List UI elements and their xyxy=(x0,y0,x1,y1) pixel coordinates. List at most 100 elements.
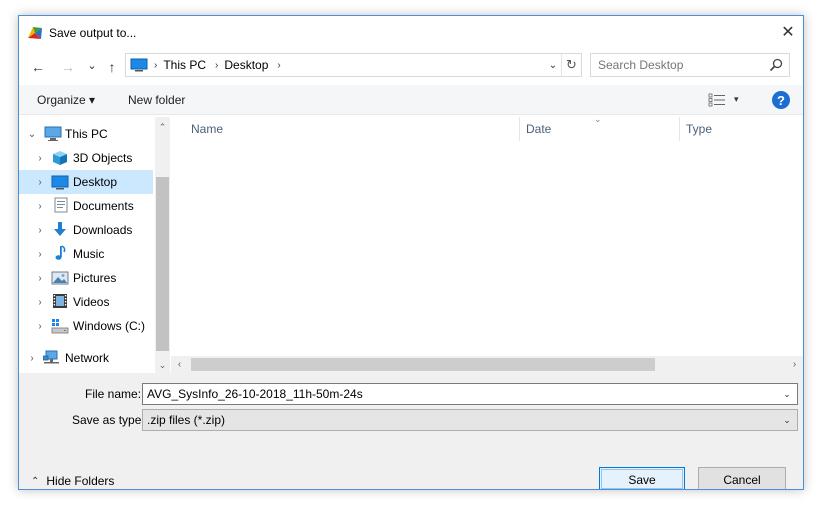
file-name-label: File name: xyxy=(85,387,142,401)
chevron-right-icon[interactable]: › xyxy=(786,356,803,373)
horizontal-scroll-thumb[interactable] xyxy=(191,358,655,371)
cancel-button-label: Cancel xyxy=(723,473,761,487)
close-icon: ✕ xyxy=(781,24,795,41)
chevron-right-icon[interactable]: › xyxy=(35,177,45,188)
hide-folders-button[interactable]: ⌃ Hide Folders xyxy=(31,474,114,488)
tree-item-windows-c[interactable]: › Windows (C:) xyxy=(19,314,153,338)
chevron-up-icon[interactable]: ⌃ xyxy=(155,119,170,135)
save-button-label: Save xyxy=(628,473,656,487)
navigation-pane: ⌄ This PC › 3D Objects › Desktop › Docum… xyxy=(19,117,170,373)
view-options-icon[interactable] xyxy=(708,93,726,107)
network-icon xyxy=(43,350,59,364)
tree-item-network[interactable]: › Network xyxy=(19,346,153,370)
tree-item-label: Windows (C:) xyxy=(73,319,146,333)
chevron-right-icon[interactable]: › xyxy=(35,225,45,236)
view-dropdown-arrow[interactable]: ▾ xyxy=(734,94,739,105)
chevron-up-icon: ⌃ xyxy=(31,475,40,487)
chevron-left-icon[interactable]: ‹ xyxy=(171,356,188,373)
navigation-bar: ← → ⌄ ↑ › This PC › Desktop › ⌄ ↻ xyxy=(19,53,803,81)
arrow-right-icon: → xyxy=(61,59,75,75)
tree-item-pictures[interactable]: › Pictures xyxy=(19,266,153,290)
chevron-right-icon[interactable]: › xyxy=(27,353,37,364)
breadcrumb-separator: › xyxy=(215,59,219,71)
address-dropdown-button[interactable]: ⌄ xyxy=(545,57,561,73)
column-header-label: Date xyxy=(526,122,552,136)
chevron-down-icon: ⌄ xyxy=(548,59,558,71)
film-icon xyxy=(53,294,67,308)
picture-icon xyxy=(51,271,69,285)
tree-item-label: Pictures xyxy=(73,271,117,285)
chevron-right-icon[interactable]: › xyxy=(35,153,45,164)
breadcrumb-separator: › xyxy=(154,59,158,71)
avg-app-icon xyxy=(28,27,42,39)
sort-indicator-icon: ⌄ xyxy=(594,114,602,124)
tree-item-downloads[interactable]: › Downloads xyxy=(19,218,153,242)
tree-vertical-scrollbar[interactable]: ⌃ ⌄ xyxy=(155,117,170,373)
forward-button[interactable]: → xyxy=(57,57,79,77)
back-button[interactable]: ← xyxy=(27,57,49,77)
cancel-button[interactable]: Cancel xyxy=(698,467,786,489)
tree-item-3d-objects[interactable]: › 3D Objects xyxy=(19,146,153,170)
close-button[interactable]: ✕ xyxy=(773,16,803,48)
save-as-type-value: .zip files (*.zip) xyxy=(147,413,226,427)
download-icon xyxy=(54,222,66,236)
tree-item-label: Videos xyxy=(73,295,110,309)
chevron-down-icon[interactable]: ⌄ xyxy=(155,357,170,373)
chevron-right-icon[interactable]: › xyxy=(35,201,45,212)
tree-item-documents[interactable]: › Documents xyxy=(19,194,153,218)
refresh-button[interactable]: ↻ xyxy=(561,54,581,76)
refresh-icon: ↻ xyxy=(566,57,577,72)
search-icon xyxy=(769,58,783,72)
chevron-down-icon[interactable]: ⌄ xyxy=(780,387,794,401)
title-bar: Save output to... ✕ xyxy=(19,16,803,48)
tree-item-this-pc[interactable]: ⌄ This PC xyxy=(19,122,153,146)
new-folder-button[interactable]: New folder xyxy=(128,93,185,107)
chevron-right-icon[interactable]: › xyxy=(35,249,45,260)
tree-item-label: Downloads xyxy=(73,223,133,237)
chevron-down-icon: ⌄ xyxy=(783,414,791,425)
tree-item-music[interactable]: › Music xyxy=(19,242,153,266)
breadcrumb-this-pc[interactable]: This PC xyxy=(163,58,206,72)
tree-item-label: Desktop xyxy=(73,175,118,189)
save-form: File name: ⌄ Save as type: .zip files (*… xyxy=(19,373,803,489)
column-header-name[interactable]: Name xyxy=(171,117,520,141)
recent-locations-button[interactable]: ⌄ xyxy=(81,55,103,75)
help-icon[interactable]: ? xyxy=(772,91,790,109)
tree-item-label: Music xyxy=(73,247,105,261)
command-toolbar: Organize ▾ New folder ▾ ? xyxy=(19,85,803,115)
music-note-icon xyxy=(55,245,66,260)
file-name-input[interactable] xyxy=(143,384,773,404)
chevron-down-icon: ⌄ xyxy=(87,59,97,72)
arrow-up-icon: ↑ xyxy=(108,59,116,75)
chevron-right-icon[interactable]: › xyxy=(35,321,45,332)
arrow-left-icon: ← xyxy=(31,59,45,75)
document-icon xyxy=(54,197,68,213)
file-list-horizontal-scrollbar[interactable]: ‹ › xyxy=(171,356,803,373)
file-name-combobox: ⌄ xyxy=(142,383,798,405)
tree-item-label: Documents xyxy=(73,199,134,213)
address-bar[interactable]: › This PC › Desktop › ⌄ ↻ xyxy=(125,53,582,77)
breadcrumb-desktop[interactable]: Desktop xyxy=(224,58,268,72)
column-header-type[interactable]: Type xyxy=(680,117,801,141)
cube-icon xyxy=(53,151,67,165)
tree-item-desktop[interactable]: › Desktop xyxy=(19,170,153,194)
column-header-label: Type xyxy=(686,122,713,136)
organize-button[interactable]: Organize ▾ xyxy=(37,93,95,107)
hide-folders-label: Hide Folders xyxy=(46,474,115,488)
tree-item-label: Network xyxy=(65,351,110,365)
save-as-type-select[interactable]: .zip files (*.zip) ⌄ xyxy=(142,409,798,431)
save-dialog: Save output to... ✕ ← → ⌄ ↑ › This PC › … xyxy=(18,15,804,490)
file-list: Name Date Type ⌄ ‹ › xyxy=(171,114,803,373)
window-title: Save output to... xyxy=(49,26,137,40)
desktop-icon xyxy=(130,58,148,72)
chevron-right-icon[interactable]: › xyxy=(35,297,45,308)
search-input[interactable] xyxy=(591,54,766,76)
tree-scroll-thumb[interactable] xyxy=(156,177,169,351)
save-as-type-label: Save as type: xyxy=(72,413,145,427)
save-button[interactable]: Save xyxy=(599,467,685,489)
up-button[interactable]: ↑ xyxy=(101,57,123,77)
chevron-right-icon[interactable]: › xyxy=(35,273,45,284)
chevron-down-icon[interactable]: ⌄ xyxy=(27,129,37,140)
search-box xyxy=(590,53,790,77)
tree-item-videos[interactable]: › Videos xyxy=(19,290,153,314)
